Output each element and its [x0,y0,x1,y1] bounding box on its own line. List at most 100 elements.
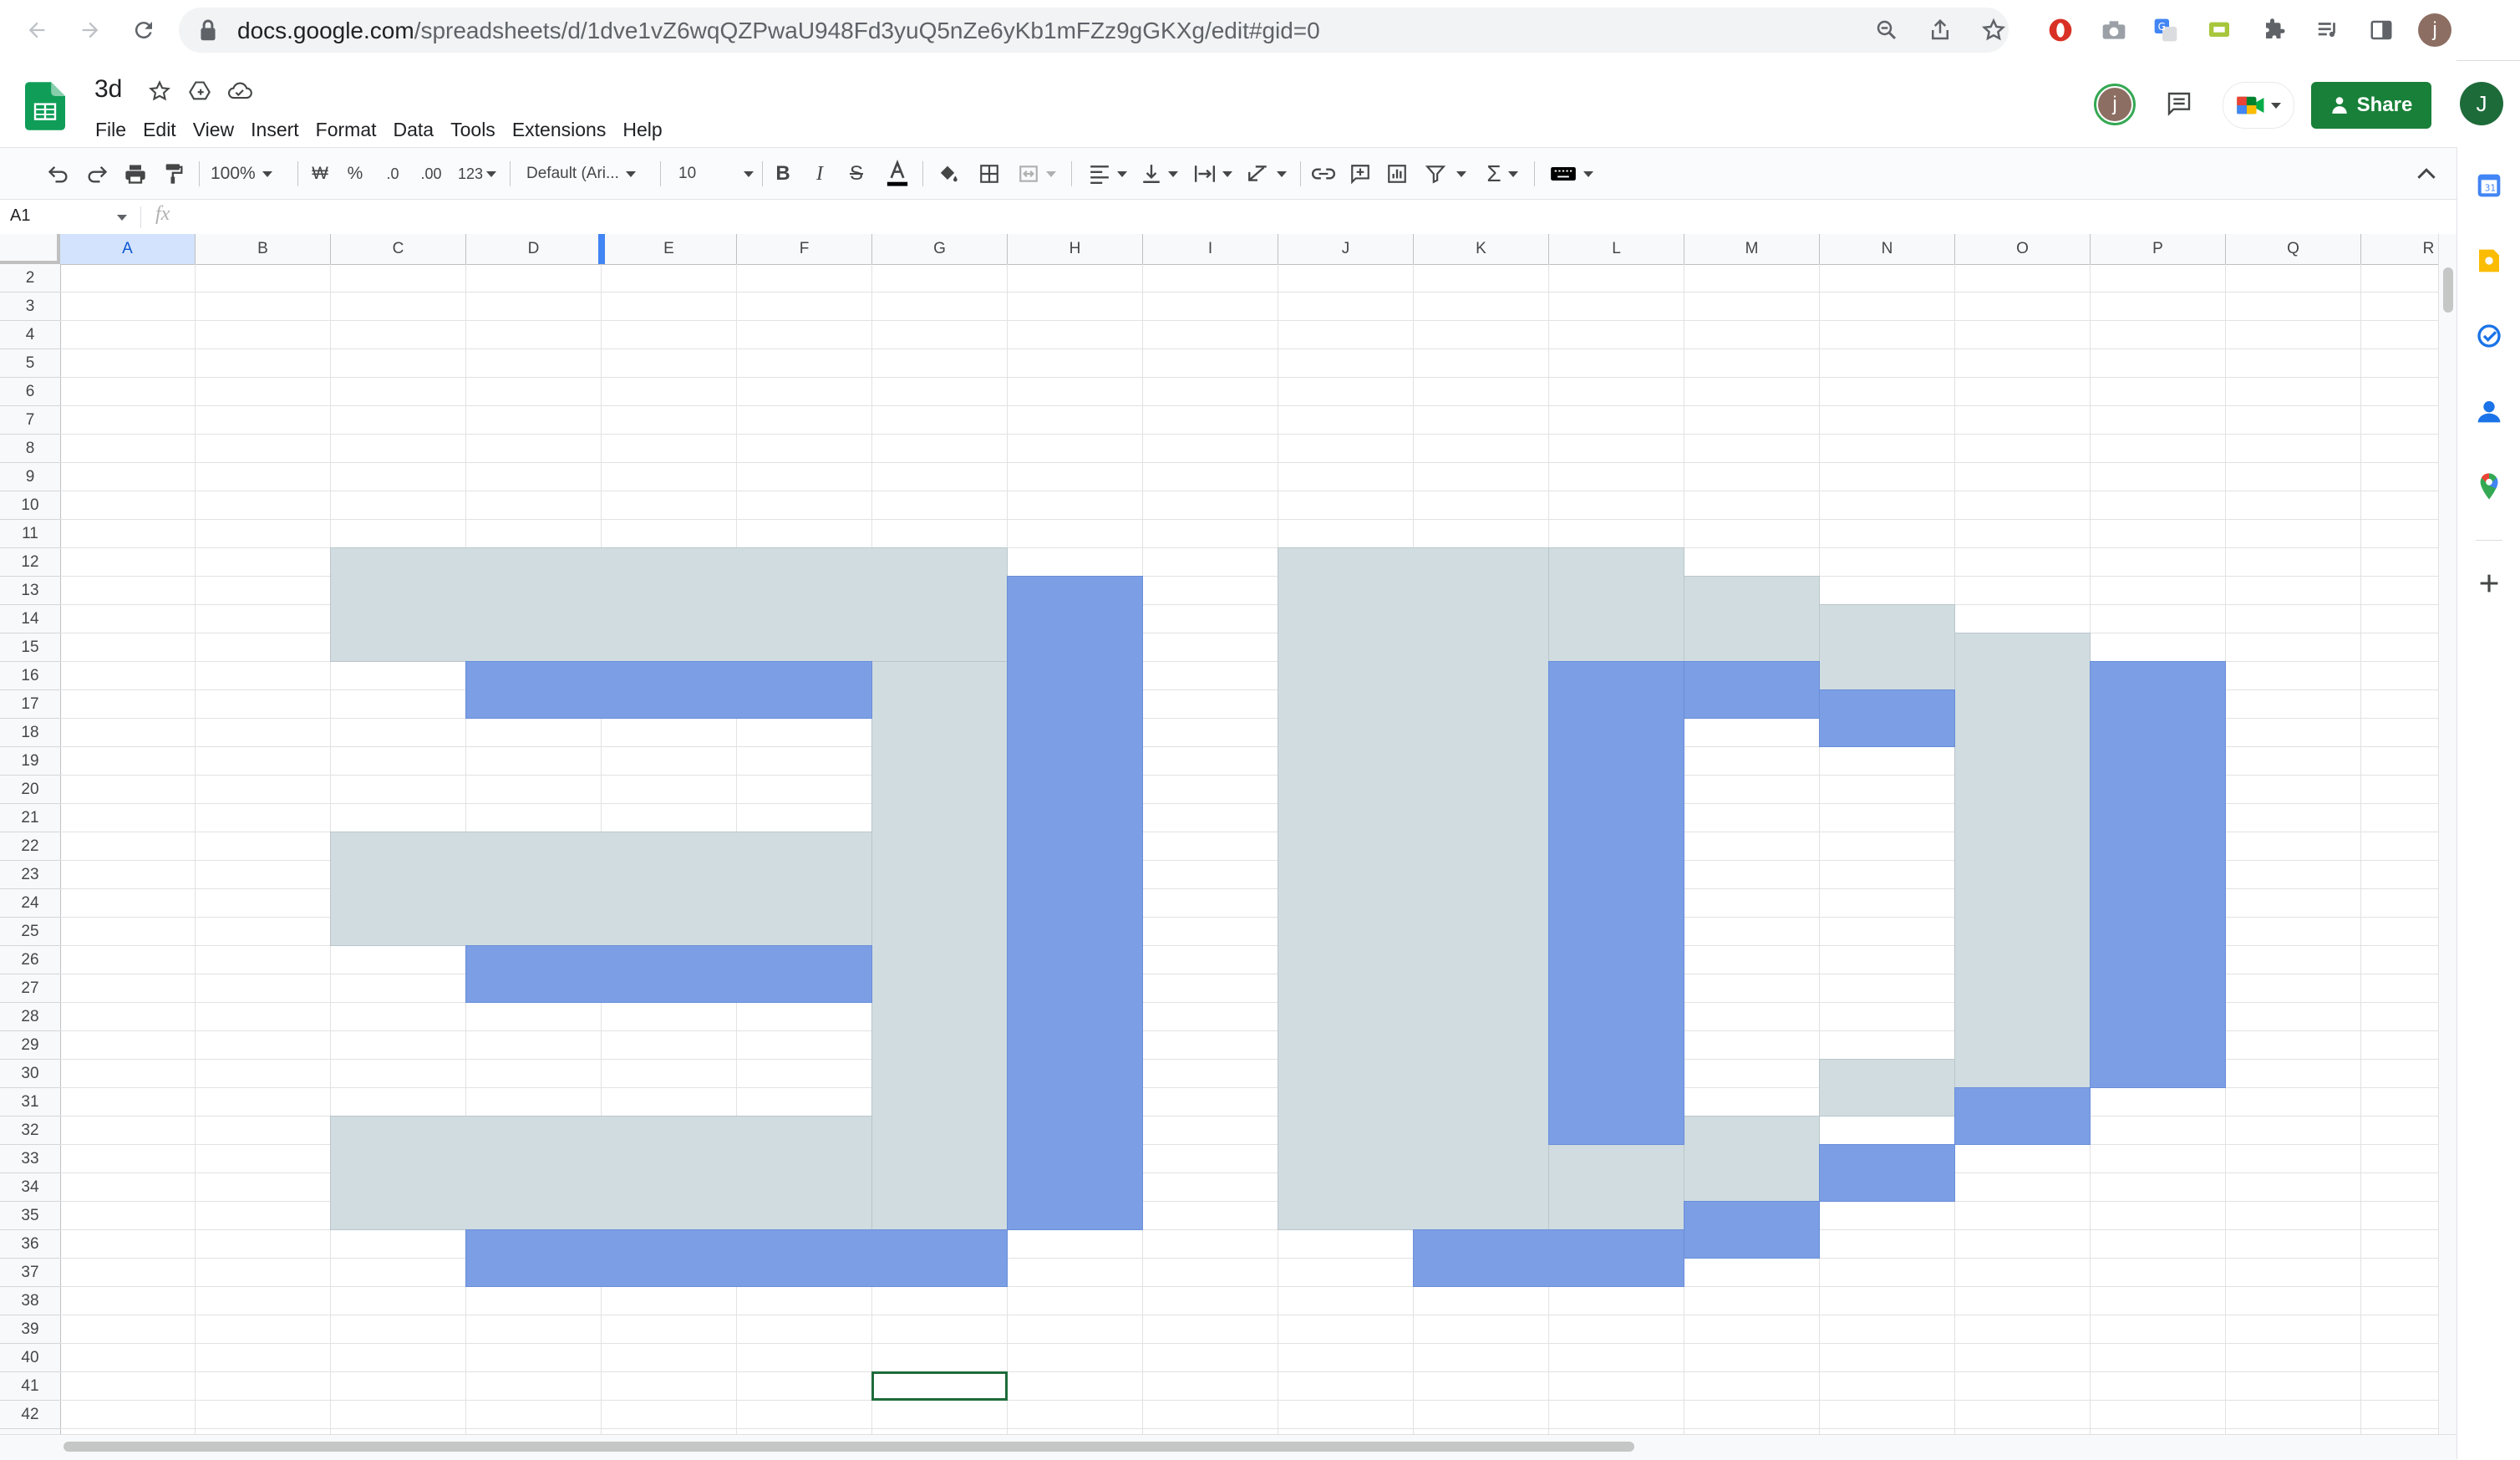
column-header-b[interactable]: B [196,234,331,264]
menu-format[interactable]: Format [307,115,385,144]
screen-extension-icon[interactable] [2201,12,2238,48]
column-header-q[interactable]: Q [2226,234,2361,264]
font-select[interactable]: Default (Ari... [526,157,652,191]
decrease-decimal-button[interactable]: .0 [378,157,408,191]
contacts-icon[interactable] [2472,394,2506,428]
row-header-4[interactable]: 4 [0,321,60,349]
address-bar[interactable]: docs.google.com/spreadsheets/d/1dve1vZ6w… [179,8,2009,53]
reload-button[interactable] [125,12,162,48]
column-header-l[interactable]: L [1549,234,1684,264]
cells-area[interactable] [60,264,2438,1434]
print-icon[interactable] [119,157,152,191]
row-header-14[interactable]: 14 [0,605,60,633]
increase-decimal-button[interactable]: .00 [414,157,448,191]
row-header-18[interactable]: 18 [0,719,60,747]
profile-avatar[interactable]: j [2416,12,2453,48]
column-header-j[interactable]: J [1278,234,1414,264]
row-header-8[interactable]: 8 [0,435,60,463]
paint-format-icon[interactable] [157,157,191,191]
horizontal-scroll-thumb[interactable] [64,1442,1634,1452]
row-header-6[interactable]: 6 [0,378,60,406]
column-header-d[interactable]: D [466,234,602,264]
collaborator-avatar[interactable]: j [2094,84,2136,125]
side-panel-icon[interactable] [2363,12,2400,48]
font-size-select[interactable]: 10 [678,157,754,191]
row-header-41[interactable]: 41 [0,1372,60,1401]
row-header-24[interactable]: 24 [0,889,60,918]
frozen-columns-handle[interactable] [598,234,605,264]
column-header-n[interactable]: N [1820,234,1955,264]
keep-icon[interactable] [2472,244,2506,277]
name-box[interactable]: A1 [10,206,127,226]
extensions-puzzle-icon[interactable] [2256,12,2293,48]
column-header-g[interactable]: G [872,234,1008,264]
row-header-26[interactable]: 26 [0,946,60,974]
translate-extension-icon[interactable]: G [2147,12,2184,48]
bookmark-star-icon[interactable] [1979,15,2009,45]
active-cell-outline[interactable] [871,1371,1008,1401]
insert-comment-icon[interactable] [1345,157,1375,191]
row-header-13[interactable]: 13 [0,577,60,605]
menu-view[interactable]: View [185,115,242,144]
menu-extensions[interactable]: Extensions [504,115,615,144]
currency-format-button[interactable]: ₩ [307,157,333,191]
menu-help[interactable]: Help [614,115,670,144]
horizontal-align-icon[interactable] [1085,157,1131,191]
borders-icon[interactable] [974,157,1004,191]
text-rotation-icon[interactable] [1243,157,1290,191]
column-header-e[interactable]: E [602,234,737,264]
row-header-32[interactable]: 32 [0,1117,60,1145]
redo-icon[interactable] [80,157,114,191]
row-header-11[interactable]: 11 [0,520,60,548]
horizontal-scrollbar[interactable] [0,1434,2456,1460]
filter-icon[interactable] [1419,157,1472,191]
row-header-5[interactable]: 5 [0,349,60,378]
row-header-16[interactable]: 16 [0,662,60,690]
row-header-21[interactable]: 21 [0,804,60,832]
more-formats-button[interactable]: 123 [453,157,501,191]
menu-edit[interactable]: Edit [135,115,185,144]
row-header-31[interactable]: 31 [0,1088,60,1117]
row-header-20[interactable]: 20 [0,776,60,804]
zoom-icon[interactable] [1872,15,1902,45]
row-header-29[interactable]: 29 [0,1031,60,1060]
cloud-saved-icon[interactable] [226,77,254,105]
input-tools-icon[interactable] [1542,157,1601,191]
percent-format-button[interactable]: % [343,157,368,191]
star-icon[interactable] [145,77,174,105]
collapse-toolbar-icon[interactable] [2411,157,2441,191]
column-header-p[interactable]: P [2091,234,2226,264]
back-button[interactable] [18,12,55,48]
fill-color-icon[interactable] [932,157,963,191]
row-header-42[interactable]: 42 [0,1401,60,1429]
vertical-align-icon[interactable] [1136,157,1183,191]
menu-tools[interactable]: Tools [442,115,504,144]
forward-button[interactable] [72,12,109,48]
row-header-9[interactable]: 9 [0,463,60,491]
vertical-scroll-thumb[interactable] [2443,267,2453,313]
get-addons-icon[interactable] [2472,567,2506,600]
select-all-corner[interactable] [0,234,60,264]
share-page-icon[interactable] [1925,15,1955,45]
menu-file[interactable]: File [94,115,135,144]
formula-input[interactable] [192,203,2431,231]
undo-icon[interactable] [42,157,75,191]
column-header-f[interactable]: F [737,234,872,264]
column-header-a[interactable]: A [60,234,196,264]
row-header-34[interactable]: 34 [0,1173,60,1202]
row-header-39[interactable]: 39 [0,1315,60,1344]
comments-icon[interactable] [2162,87,2196,120]
row-header-35[interactable]: 35 [0,1202,60,1230]
opera-extension-icon[interactable] [2042,12,2079,48]
strikethrough-icon[interactable]: S [844,157,869,191]
account-avatar[interactable]: J [2460,82,2503,125]
row-header-22[interactable]: 22 [0,832,60,861]
camera-extension-icon[interactable] [2096,12,2132,48]
row-header-3[interactable]: 3 [0,293,60,321]
menu-data[interactable]: Data [385,115,443,144]
row-header-10[interactable]: 10 [0,491,60,520]
zoom-select[interactable]: 100% [211,157,286,191]
media-control-icon[interactable] [2309,12,2346,48]
row-header-38[interactable]: 38 [0,1287,60,1315]
row-header-33[interactable]: 33 [0,1145,60,1173]
